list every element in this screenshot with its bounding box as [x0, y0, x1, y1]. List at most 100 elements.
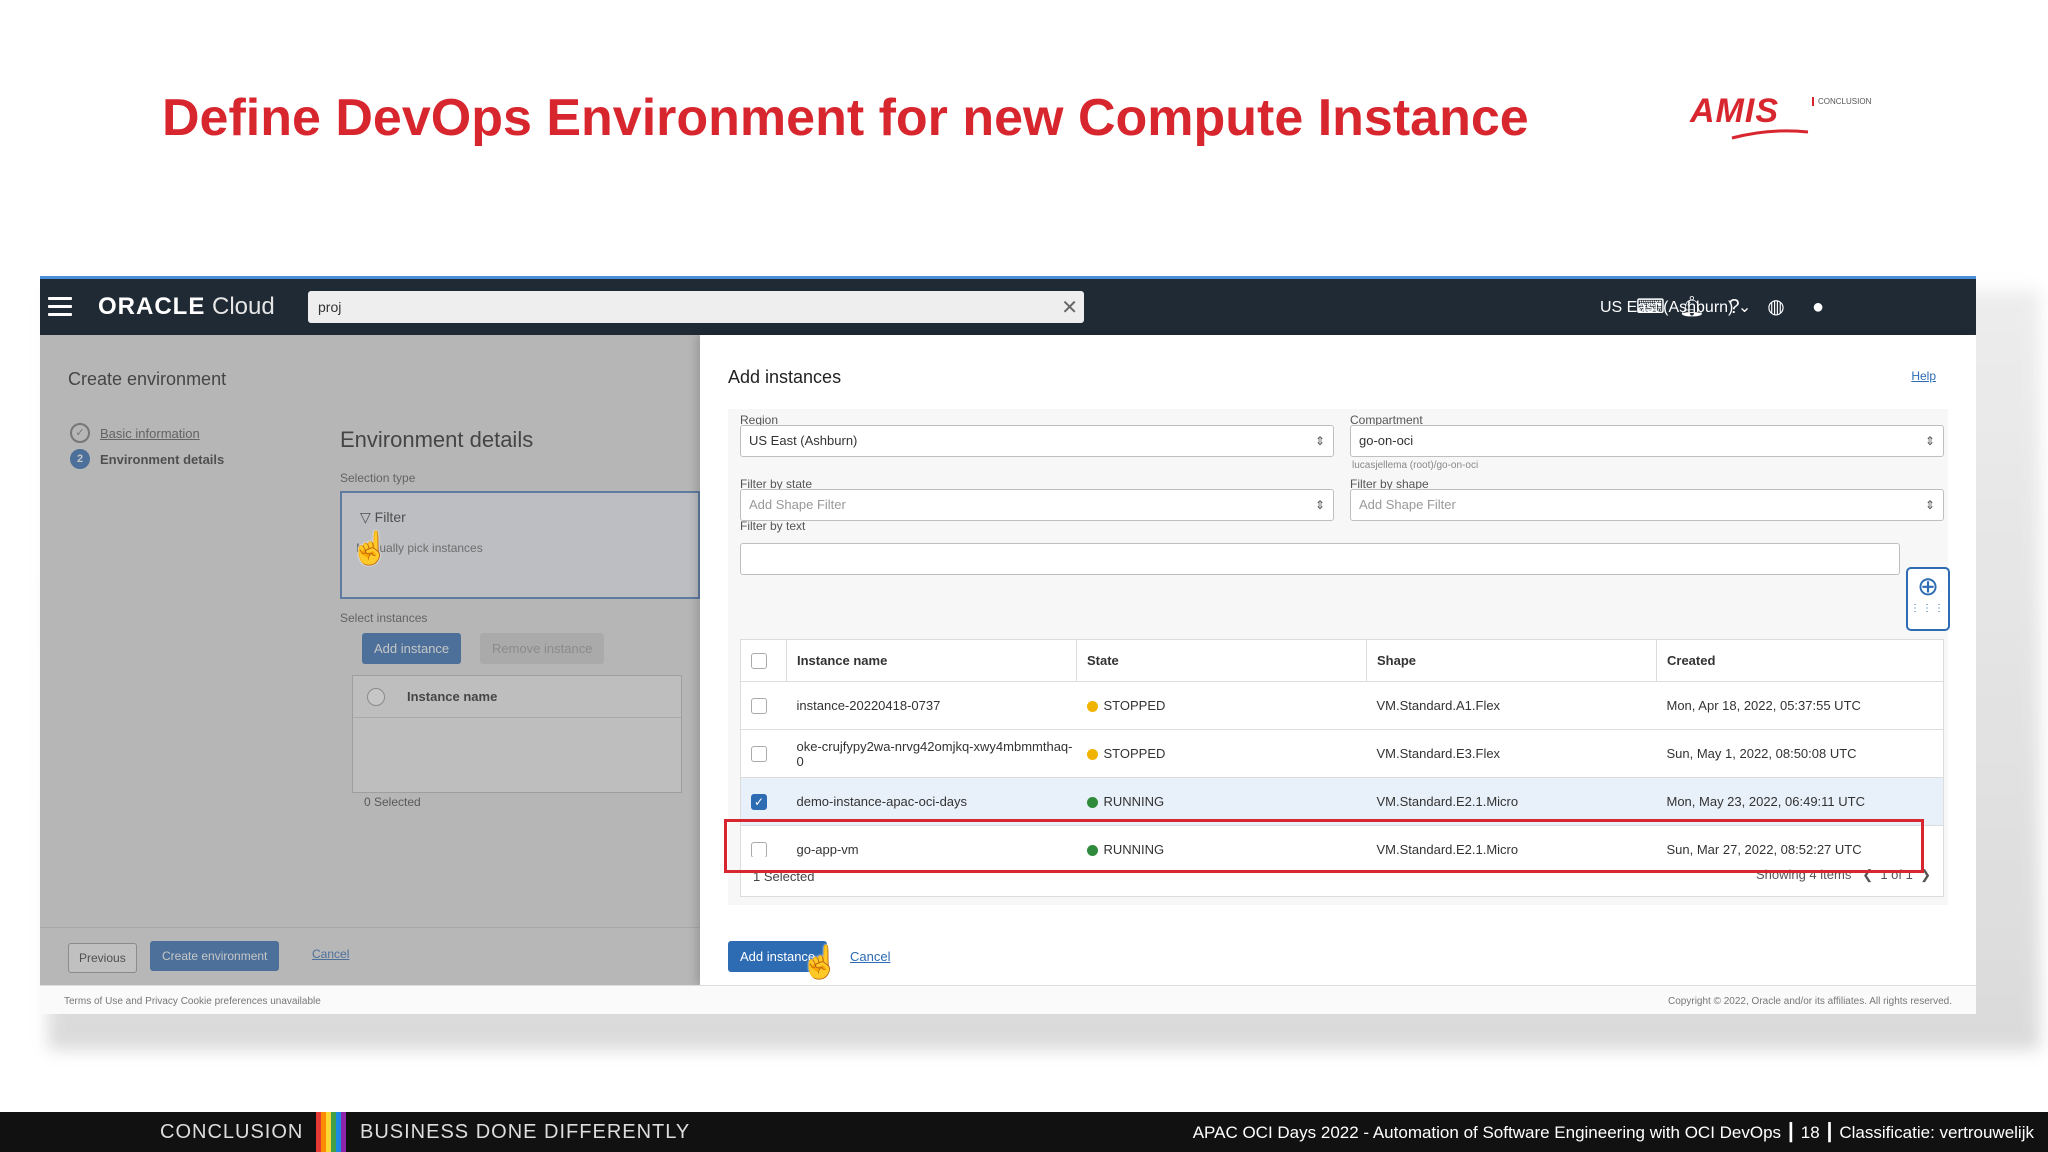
column-shape[interactable]: Shape — [1366, 639, 1657, 682]
terms-links[interactable]: Terms of Use and Privacy Cookie preferen… — [64, 996, 321, 1007]
footer-brand: CONCLUSION — [160, 1121, 304, 1143]
menu-icon[interactable] — [48, 297, 72, 317]
clear-search-icon[interactable]: ✕ — [1061, 295, 1078, 320]
logo-text: AMIS — [1690, 92, 1779, 130]
footer-info: APAC OCI Days 2022 - Automation of Softw… — [1192, 1123, 2034, 1142]
instance-name-cell: instance-20220418-0737 — [786, 681, 1077, 730]
row-select-cell — [740, 729, 787, 778]
table-footer: 1 Selected Showing 4 items ❮ 1 of 1 ❯ — [740, 857, 1944, 897]
grid-icon: ⋮⋮⋮ — [1910, 603, 1946, 614]
showing-count: Showing 4 items — [1755, 867, 1852, 882]
bell-icon[interactable]: 🔔︎ — [1678, 293, 1706, 321]
compartment-value: go-on-oci — [1359, 433, 1414, 448]
shape-cell: VM.Standard.E3.Flex — [1366, 729, 1657, 778]
instance-name[interactable]: instance-20220418-0737 — [797, 698, 941, 713]
footer-event: APAC OCI Days 2022 - Automation of Softw… — [1192, 1123, 1782, 1142]
console-footer: Terms of Use and Privacy Cookie preferen… — [40, 985, 1976, 1014]
filter-shape-select[interactable]: Add Shape Filter ⇕ — [1350, 489, 1944, 521]
instance-name[interactable]: go-app-vm — [797, 842, 859, 857]
add-instances-panel: Add instances Help Region US East (Ashbu… — [700, 335, 1976, 985]
shape-cell: VM.Standard.E2.1.Micro — [1366, 777, 1657, 826]
row-select-cell — [740, 681, 787, 730]
column-created[interactable]: Created — [1656, 639, 1944, 682]
user-icon[interactable]: ● — [1804, 293, 1832, 321]
pagination: Showing 4 items ❮ 1 of 1 ❯ — [1756, 867, 1931, 883]
color-stripe — [341, 1112, 346, 1152]
table-row[interactable]: instance-20220418-0737 STOPPED VM.Standard… — [740, 681, 1944, 730]
select-arrows-icon: ⇕ — [1314, 434, 1325, 448]
selected-count: 1 Selected — [753, 869, 815, 884]
classification: Classificatie: vertrouwelijk — [1839, 1123, 2034, 1142]
select-arrows-icon: ⇕ — [1924, 434, 1935, 448]
table-row[interactable]: oke-crujfypy2wa-nrvg42omjkq-xwy4mbmmthaq… — [740, 729, 1944, 778]
amis-logo: AMIS CONCLUSION — [1690, 92, 1890, 142]
add-instance-button[interactable]: Add instance — [728, 941, 828, 972]
prev-page-icon[interactable]: ❮ — [1855, 867, 1877, 882]
oracle-cloud-logo[interactable]: ORACLE Cloud — [98, 293, 275, 321]
color-stripes — [316, 1112, 346, 1152]
state-cell: STOPPED — [1076, 729, 1367, 778]
state-label: STOPPED — [1103, 698, 1166, 713]
logo-subtext: CONCLUSION — [1812, 97, 1871, 106]
compartment-select[interactable]: go-on-oci ⇕ — [1350, 425, 1944, 457]
region-select[interactable]: US East (Ashburn) ⇕ — [740, 425, 1334, 457]
instance-name-cell: oke-crujfypy2wa-nrvg42omjkq-xwy4mbmmthaq… — [786, 729, 1077, 778]
region-value: US East (Ashburn) — [749, 433, 858, 448]
panel-title: Add instances — [728, 367, 842, 387]
search-box: ✕ — [308, 291, 1084, 323]
row-checkbox[interactable] — [751, 841, 767, 858]
state-dot-icon — [1086, 749, 1098, 761]
help-link[interactable]: Help — [1911, 369, 1936, 383]
created-cell: Sun, May 1, 2022, 08:50:08 UTC — [1656, 729, 1944, 778]
state-dot-icon — [1086, 797, 1098, 809]
slide-title: Define DevOps Environment for new Comput… — [162, 89, 1529, 147]
footer-tagline: BUSINESS DONE DIFFERENTLY — [360, 1121, 691, 1143]
page-number: 18 — [1800, 1123, 1820, 1142]
state-dot-icon — [1086, 845, 1098, 857]
help-widget[interactable]: ⊕ ⋮⋮⋮ — [1906, 567, 1950, 631]
created-cell: Mon, May 23, 2022, 06:49:11 UTC — [1656, 777, 1944, 826]
table-row[interactable]: ✓ demo-instance-apac-oci-days RUNNING VM.St… — [740, 777, 1944, 826]
select-arrows-icon: ⇕ — [1314, 498, 1325, 512]
instance-name-cell: demo-instance-apac-oci-days — [786, 777, 1077, 826]
select-all-checkbox[interactable] — [751, 652, 767, 669]
compartment-path: lucasjellema (root)/go-on-oci — [1352, 460, 1479, 471]
select-arrows-icon: ⇕ — [1924, 498, 1935, 512]
oci-topbar: ORACLE Cloud ✕ US East (Ashburn) ⌄ ⌨ 🔔︎ … — [40, 279, 1976, 335]
column-instance-name[interactable]: Instance name — [786, 639, 1077, 682]
state-label: STOPPED — [1103, 746, 1166, 761]
state-label: RUNNING — [1103, 794, 1165, 809]
state-label: RUNNING — [1103, 842, 1165, 857]
cancel-link[interactable]: Cancel — [850, 949, 890, 964]
search-input[interactable] — [308, 291, 1028, 323]
globe-icon[interactable]: ◍ — [1762, 293, 1790, 321]
instances-table: Instance name State Shape Created instan… — [740, 639, 1944, 874]
row-checkbox[interactable] — [751, 697, 767, 714]
column-state[interactable]: State — [1076, 639, 1367, 682]
lifebuoy-icon: ⊕ — [1917, 571, 1939, 601]
filter-text-input[interactable] — [740, 543, 1900, 575]
row-checkbox[interactable]: ✓ — [751, 793, 767, 810]
shape-cell: VM.Standard.A1.Flex — [1366, 681, 1657, 730]
filter-text-label: Filter by text — [740, 519, 806, 533]
create-environment-pane: Create environment ✓ Basic information 2… — [40, 335, 700, 985]
state-cell: RUNNING — [1076, 777, 1367, 826]
help-icon[interactable]: ? — [1720, 293, 1748, 321]
row-checkbox[interactable] — [751, 745, 767, 762]
created-cell: Mon, Apr 18, 2022, 05:37:55 UTC — [1656, 681, 1944, 730]
next-page-icon[interactable]: ❯ — [1916, 867, 1931, 882]
select-all-cell — [740, 639, 787, 682]
filter-state-select[interactable]: Add Shape Filter ⇕ — [740, 489, 1334, 521]
filter-shape-placeholder: Add Shape Filter — [1359, 497, 1456, 512]
state-dot-icon — [1086, 701, 1098, 713]
row-select-cell: ✓ — [740, 777, 787, 826]
oci-console-screenshot: ORACLE Cloud ✕ US East (Ashburn) ⌄ ⌨ 🔔︎ … — [40, 276, 1976, 1014]
modal-overlay — [40, 335, 700, 985]
page-indicator: 1 of 1 — [1880, 867, 1913, 882]
instance-name[interactable]: demo-instance-apac-oci-days — [797, 794, 968, 809]
instance-name[interactable]: oke-crujfypy2wa-nrvg42omjkq-xwy4mbmmthaq… — [797, 739, 1073, 769]
terminal-icon[interactable]: ⌨ — [1636, 293, 1665, 321]
table-header-row: Instance name State Shape Created — [740, 639, 1944, 682]
slide-footer: CONCLUSION BUSINESS DONE DIFFERENTLY APA… — [0, 1112, 2048, 1152]
panel-footer — [700, 925, 1976, 985]
